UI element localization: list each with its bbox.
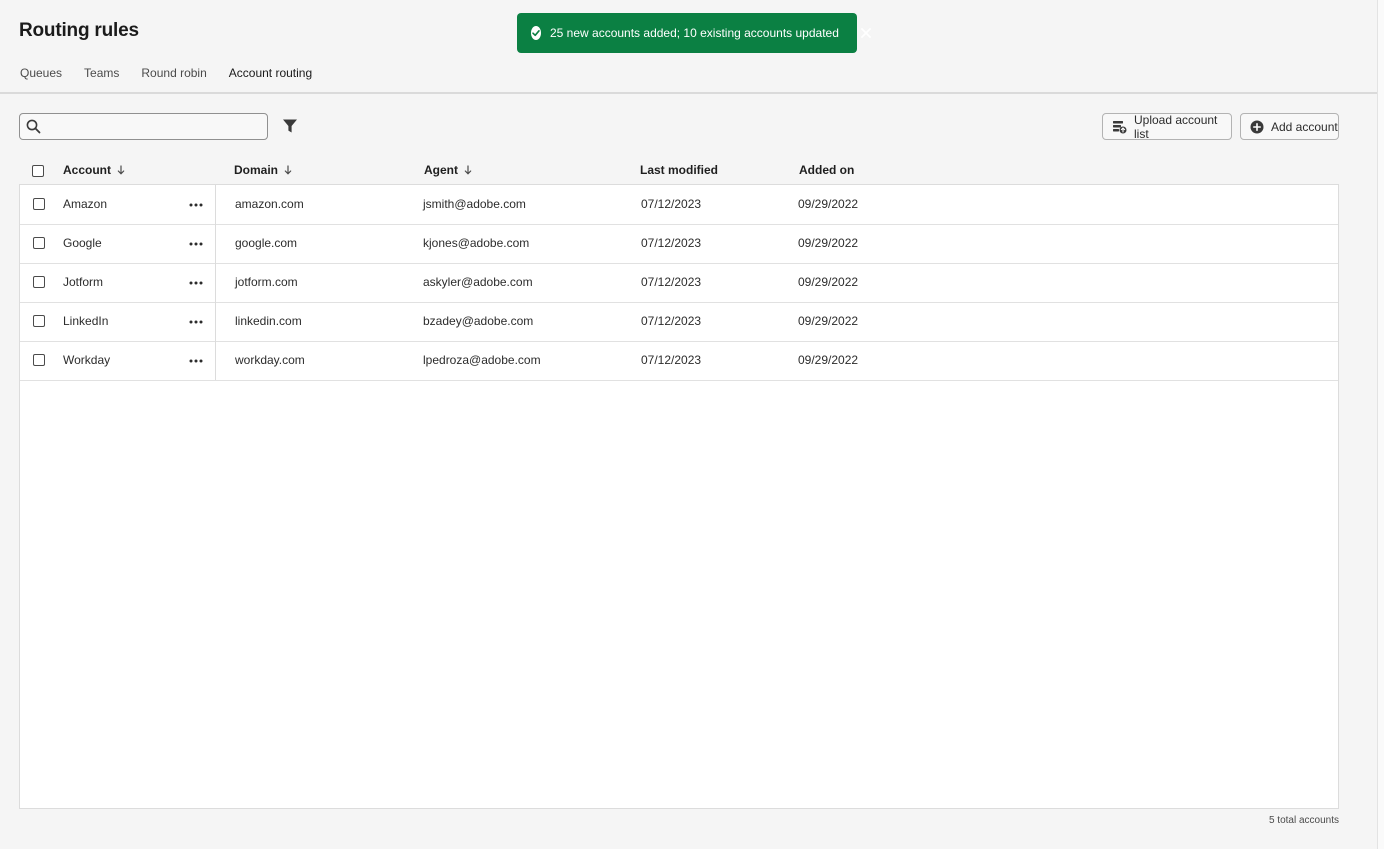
cell-agent: jsmith@adobe.com xyxy=(423,197,526,211)
add-account-label: Add account xyxy=(1271,119,1338,134)
more-actions-icon[interactable] xyxy=(186,275,206,291)
tab-queues[interactable]: Queues xyxy=(20,66,62,94)
column-header-last-modified-label: Last modified xyxy=(640,163,719,177)
more-actions-icon[interactable] xyxy=(186,236,206,252)
cell-domain: jotform.com xyxy=(235,275,298,289)
cell-last-modified: 07/12/2023 xyxy=(641,197,702,211)
row-checkbox[interactable] xyxy=(33,354,45,366)
upload-account-list-label: Upload account list xyxy=(1134,112,1218,141)
column-divider xyxy=(215,302,216,341)
cell-added-on: 09/29/2022 xyxy=(798,197,859,211)
table-row[interactable]: Amazon amazon.com jsmith@adobe.com 07/12… xyxy=(20,185,1338,225)
add-circle-icon xyxy=(1250,120,1264,134)
add-account-button[interactable]: Add account xyxy=(1240,113,1339,140)
cell-added-on: 09/29/2022 xyxy=(798,353,859,367)
tabs-divider xyxy=(0,92,1378,94)
cell-account: Amazon xyxy=(63,197,108,211)
tab-round-robin[interactable]: Round robin xyxy=(141,66,206,94)
tab-teams[interactable]: Teams xyxy=(84,66,119,94)
table-header: Account Domain Agent Last modified Added… xyxy=(19,160,1339,184)
cell-domain: workday.com xyxy=(235,353,305,367)
success-toast: 25 new accounts added; 10 existing accou… xyxy=(517,13,871,53)
row-checkbox[interactable] xyxy=(33,276,45,288)
upload-list-icon xyxy=(1112,120,1127,134)
tab-account-routing[interactable]: Account routing xyxy=(228,66,313,94)
row-checkbox[interactable] xyxy=(33,198,45,210)
cell-last-modified: 07/12/2023 xyxy=(641,314,702,328)
column-header-account-label: Account xyxy=(63,163,111,177)
search-input[interactable] xyxy=(48,117,262,138)
cell-domain: google.com xyxy=(235,236,298,250)
search-field[interactable] xyxy=(19,113,268,140)
column-header-account[interactable]: Account xyxy=(63,163,125,177)
row-checkbox[interactable] xyxy=(33,315,45,327)
row-checkbox[interactable] xyxy=(33,237,45,249)
cell-added-on: 09/29/2022 xyxy=(798,275,859,289)
tab-bar: Queues Teams Round robin Account routing xyxy=(20,66,334,94)
column-header-agent-label: Agent xyxy=(424,163,458,177)
window-edge xyxy=(1377,0,1384,849)
cell-last-modified: 07/12/2023 xyxy=(641,236,702,250)
search-icon xyxy=(26,119,41,139)
cell-agent: kjones@adobe.com xyxy=(423,236,530,250)
column-divider xyxy=(215,224,216,263)
more-actions-icon[interactable] xyxy=(186,353,206,369)
more-actions-icon[interactable] xyxy=(186,314,206,330)
check-circle-icon xyxy=(531,26,541,40)
column-header-domain[interactable]: Domain xyxy=(234,163,292,177)
cell-account: Workday xyxy=(63,353,111,367)
table-row[interactable]: LinkedIn linkedin.com bzadey@adobe.com 0… xyxy=(20,302,1338,342)
page-title: Routing rules xyxy=(19,20,139,41)
cell-domain: linkedin.com xyxy=(235,314,302,328)
cell-account: LinkedIn xyxy=(63,314,109,328)
sort-down-arrow-icon xyxy=(284,165,292,175)
column-divider xyxy=(215,341,216,380)
cell-account: Jotform xyxy=(63,275,104,289)
table-row[interactable]: Workday workday.com lpedroza@adobe.com 0… xyxy=(20,341,1338,381)
table-row[interactable]: Jotform jotform.com askyler@adobe.com 07… xyxy=(20,263,1338,303)
column-header-agent[interactable]: Agent xyxy=(424,163,472,177)
cell-last-modified: 07/12/2023 xyxy=(641,275,702,289)
sort-down-arrow-icon xyxy=(464,165,472,175)
column-header-last-modified[interactable]: Last modified xyxy=(640,163,718,177)
column-header-added-on[interactable]: Added on xyxy=(799,163,854,177)
column-header-added-on-label: Added on xyxy=(799,163,855,177)
close-icon[interactable] xyxy=(860,19,871,47)
cell-domain: amazon.com xyxy=(235,197,304,211)
total-accounts-count: 5 total accounts xyxy=(1268,815,1339,826)
filter-icon[interactable] xyxy=(282,118,298,139)
column-divider xyxy=(215,263,216,302)
table-row[interactable]: Google google.com kjones@adobe.com 07/12… xyxy=(20,224,1338,264)
upload-account-list-button[interactable]: Upload account list xyxy=(1102,112,1232,141)
cell-added-on: 09/29/2022 xyxy=(798,236,859,250)
toast-message: 25 new accounts added; 10 existing accou… xyxy=(550,26,839,40)
cell-agent: bzadey@adobe.com xyxy=(423,314,534,328)
cell-last-modified: 07/12/2023 xyxy=(641,353,702,367)
cell-agent: lpedroza@adobe.com xyxy=(423,353,541,367)
column-divider xyxy=(215,185,216,224)
more-actions-icon[interactable] xyxy=(186,197,206,213)
column-header-domain-label: Domain xyxy=(234,163,279,177)
cell-account: Google xyxy=(63,236,102,250)
sort-down-arrow-icon xyxy=(117,165,125,175)
accounts-table: Amazon amazon.com jsmith@adobe.com 07/12… xyxy=(19,184,1339,809)
select-all-checkbox[interactable] xyxy=(32,165,44,177)
cell-agent: askyler@adobe.com xyxy=(423,275,533,289)
cell-added-on: 09/29/2022 xyxy=(798,314,859,328)
